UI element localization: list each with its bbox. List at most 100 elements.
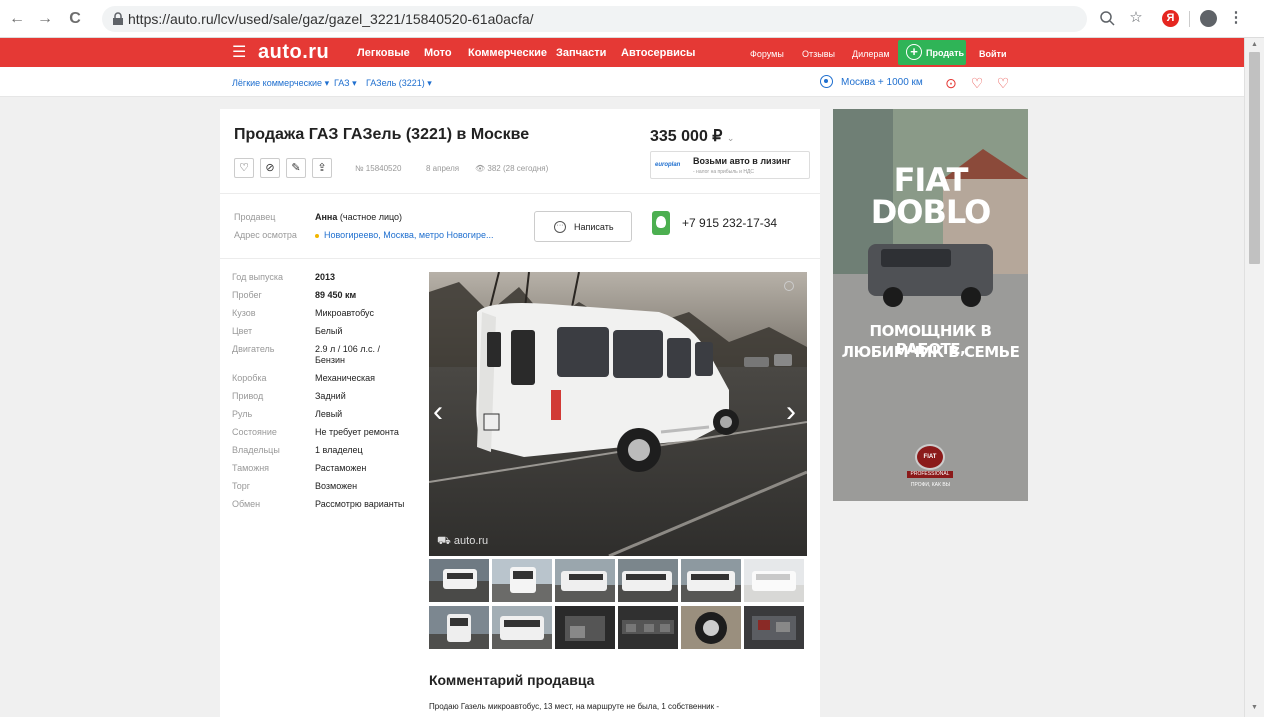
chat-icon[interactable]: ⊙ — [943, 75, 959, 91]
photo-thumbnail[interactable] — [555, 606, 615, 649]
spec-value: Задний — [315, 391, 346, 401]
menu-icon[interactable]: ⋮ — [1226, 9, 1246, 27]
burger-menu-icon[interactable]: ☰ — [232, 45, 246, 61]
photo-thumbnail[interactable] — [429, 606, 489, 649]
leasing-brand: europlan — [655, 162, 681, 168]
nav-forums[interactable]: Форумы — [750, 48, 784, 60]
yandex-extension-icon[interactable]: Я — [1162, 10, 1179, 27]
favorites-icon[interactable]: ♡ — [969, 75, 985, 91]
profile-icon[interactable] — [1200, 10, 1217, 27]
photo-thumbnail[interactable] — [681, 559, 741, 602]
address-bar[interactable]: https://auto.ru/lcv/used/sale/gaz/gazel_… — [102, 6, 1087, 32]
photo-thumbnail[interactable] — [429, 559, 489, 602]
listing-date: 8 апреля — [426, 164, 460, 173]
spec-key: Торг — [232, 481, 251, 491]
divider — [220, 258, 820, 259]
spec-value: Не требует ремонта — [315, 427, 399, 437]
spec-key: Руль — [232, 409, 253, 419]
ad-slogan: ПРОФИ, КАК ВЫ — [910, 482, 951, 488]
sell-button[interactable]: + Продать — [898, 40, 966, 65]
photo-thumbnail[interactable] — [492, 606, 552, 649]
thumbnail-image — [618, 571, 678, 602]
sell-label: Продать — [926, 48, 965, 58]
hide-button[interactable]: ⊘ — [260, 158, 280, 178]
spec-value: 2013 — [315, 272, 336, 282]
address-link[interactable]: Новогиреево, Москва, метро Новогире... — [315, 230, 493, 240]
forward-button[interactable]: → — [36, 10, 54, 28]
nav-cars[interactable]: Легковые — [357, 47, 410, 59]
phone-shield-icon — [652, 211, 670, 235]
photo-thumbnail[interactable] — [681, 606, 741, 649]
photo-thumbnail[interactable] — [492, 559, 552, 602]
leasing-banner[interactable]: europlan Возьми авто в лизинг - налог на… — [650, 151, 810, 179]
spec-key: Обмен — [232, 499, 261, 509]
thumbnail-image — [695, 612, 727, 644]
leasing-subtitle: - налог на прибыль и НДС — [693, 169, 754, 175]
browser-chrome: ← → C https://auto.ru/lcv/used/sale/gaz/… — [0, 0, 1264, 38]
breadcrumb: Лёгкие коммерческие ▾ ГАЗ ▾ ГАЗель (3221… — [0, 67, 1244, 97]
ad-pro-label: PROFESSIONAL — [907, 471, 953, 478]
page-scrollbar[interactable]: ▲ ▼ — [1244, 38, 1264, 717]
login-link[interactable]: Войти — [979, 48, 1006, 60]
crumb-gazel[interactable]: ГАЗель (3221) ▾ — [366, 78, 432, 89]
next-photo-arrow-icon[interactable]: › — [786, 397, 796, 427]
photo-thumbnail[interactable] — [744, 559, 804, 602]
write-label: Написать — [574, 222, 614, 232]
photo-thumbnail[interactable] — [744, 606, 804, 649]
thumbnail-image — [429, 614, 489, 649]
nav-commercial[interactable]: Коммерческие — [468, 47, 547, 59]
spec-key: Состояние — [232, 427, 277, 437]
main-photo[interactable]: ‹ › ⛟ auto.ru — [429, 272, 807, 556]
star-icon[interactable]: ☆ — [1126, 9, 1146, 27]
crumb-light-commercial[interactable]: Лёгкие коммерческие ▾ — [232, 78, 329, 89]
leasing-title: Возьми авто в лизинг — [693, 156, 791, 166]
ad-banner[interactable]: FIAT DOBLO ПОМОЩНИК В РАБОТЕ, ЛЮБИМЧИК В… — [833, 109, 1028, 501]
spec-key: Пробег — [232, 290, 262, 300]
spec-value: 89 450 км — [315, 290, 357, 300]
zoom-photo-icon[interactable] — [784, 281, 794, 291]
thumbnail-image — [429, 569, 489, 602]
spec-key: Цвет — [232, 326, 253, 336]
spec-value: Рассмотрю варианты — [315, 499, 405, 509]
nav-services[interactable]: Автосервисы — [621, 47, 695, 59]
price[interactable]: 335 000 ₽ ⌄ — [650, 126, 734, 146]
back-button[interactable]: ← — [8, 10, 26, 28]
scroll-down-icon[interactable]: ▼ — [1251, 704, 1258, 711]
nav-moto[interactable]: Мото — [424, 47, 452, 59]
photo-thumbnail[interactable] — [618, 559, 678, 602]
photo-thumbnail[interactable] — [618, 606, 678, 649]
site-header: ☰ auto.ru Легковые Мото Коммерческие Зап… — [0, 38, 1244, 67]
seller-name: Анна (частное лицо) — [315, 212, 403, 222]
thumbnail-image — [744, 571, 804, 602]
reload-button[interactable]: C — [66, 10, 84, 28]
note-button[interactable]: ✎ — [286, 158, 306, 178]
nav-dealers[interactable]: Дилерам — [852, 48, 890, 60]
write-button[interactable]: ··· Написать — [534, 211, 632, 242]
location-icon — [820, 75, 833, 88]
share-button[interactable]: ⇪ — [312, 158, 332, 178]
listing-id: № 15840520 — [355, 164, 402, 173]
fiat-logo-icon: FIAT — [915, 444, 945, 470]
thumbnail-image — [565, 616, 605, 641]
thumbnail-image — [752, 616, 796, 640]
crumb-gaz[interactable]: ГАЗ ▾ — [334, 78, 357, 89]
ad-subline-2: ЛЮБИМЧИК В СЕМЬЕ — [841, 343, 1020, 361]
compare-icon[interactable]: ♡ — [995, 75, 1011, 91]
toolbar-separator — [1189, 11, 1190, 27]
region-label: Москва + 1000 км — [841, 77, 923, 88]
photo-thumbnail[interactable] — [555, 559, 615, 602]
spec-value: Микроавтобус — [315, 308, 374, 318]
favorite-button[interactable]: ♡ — [234, 158, 254, 178]
scroll-up-icon[interactable]: ▲ — [1251, 41, 1258, 48]
site-logo[interactable]: auto.ru — [258, 42, 329, 62]
nav-reviews[interactable]: Отзывы — [802, 48, 835, 60]
zoom-icon[interactable] — [1098, 9, 1118, 27]
page-title: Продажа ГАЗ ГАЗель (3221) в Москве — [234, 126, 530, 143]
prev-photo-arrow-icon[interactable]: ‹ — [433, 397, 443, 427]
thumbnail-image — [622, 620, 674, 634]
scrollbar-thumb[interactable] — [1249, 52, 1260, 264]
spec-key: Год выпуска — [232, 272, 283, 282]
phone-number[interactable]: +7 915 232-17-34 — [682, 216, 777, 230]
spec-value: Белый — [315, 326, 343, 336]
nav-parts[interactable]: Запчасти — [556, 47, 606, 59]
